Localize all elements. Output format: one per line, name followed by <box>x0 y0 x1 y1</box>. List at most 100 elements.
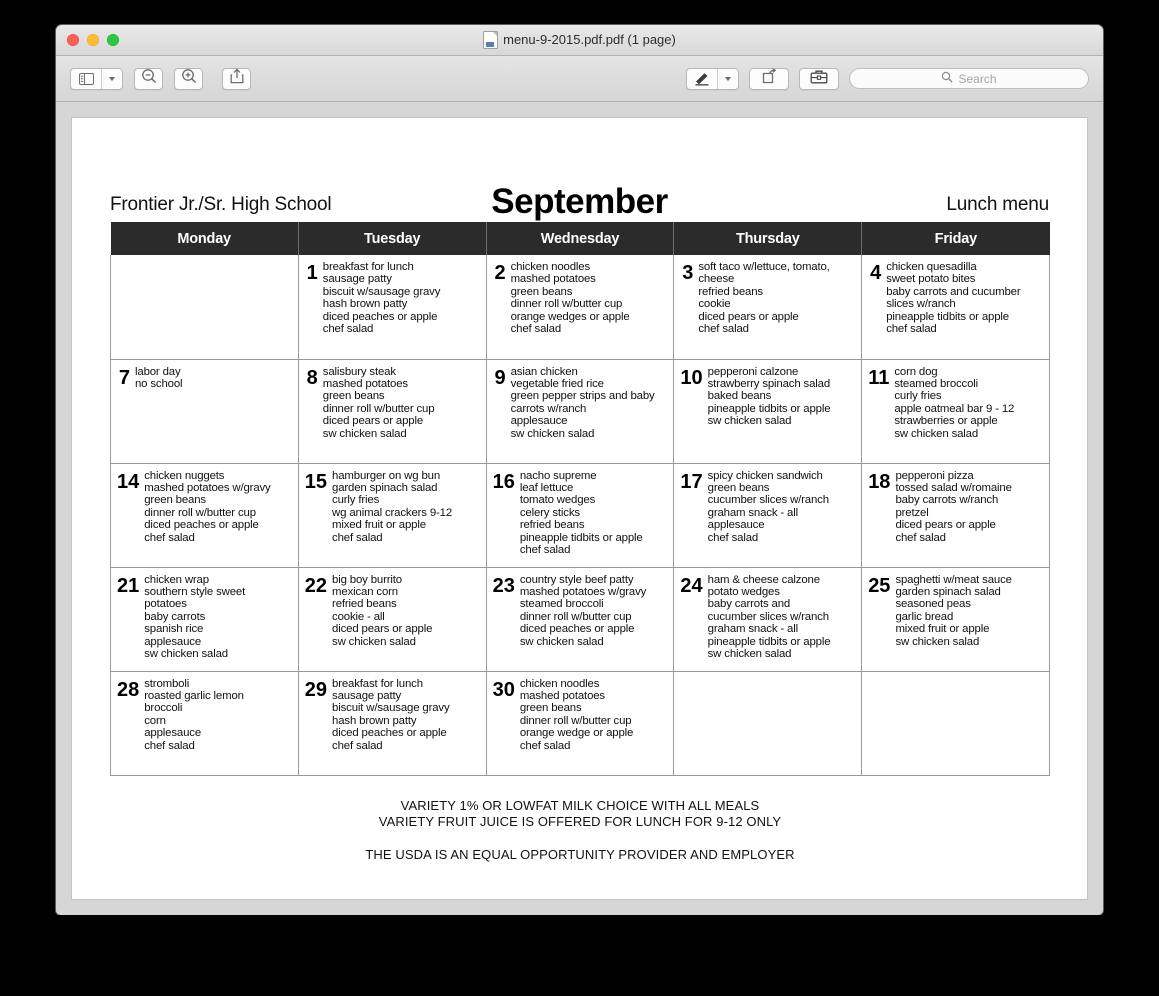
toolkit-button[interactable] <box>799 67 839 90</box>
note-milk: VARIETY 1% OR LOWFAT MILK CHOICE WITH AL… <box>400 797 760 813</box>
menu-item: carrots w/ranch <box>510 402 587 415</box>
menu-item: refried beans <box>519 519 585 532</box>
menu-item: chef salad <box>510 323 562 336</box>
menu-item: leaf lettuce <box>519 481 574 494</box>
menu-item: chef salad <box>698 323 749 336</box>
menu-item: garlic bread <box>895 610 954 623</box>
chevron-down-icon <box>109 76 115 81</box>
day-number: 14 <box>117 470 140 493</box>
rotate-button[interactable] <box>749 67 789 90</box>
menu-item: chef salad <box>322 323 374 336</box>
menu-item: spaghetti w/meat sauce <box>895 573 1012 586</box>
menu-item: mashed potatoes w/gravy <box>144 481 271 494</box>
menu-item: sw chicken salad <box>707 647 792 660</box>
note-usda: THE USDA IS AN EQUAL OPPORTUNITY PROVIDE… <box>365 846 795 862</box>
menu-item: pineapple tidbits or apple <box>707 402 831 415</box>
day-cell-content: 4 chicken quesadilla sweet potato bites bab… <box>868 261 1044 335</box>
day-cell-content: 10 pepperoni calzone strawberry spinach sa… <box>680 366 856 428</box>
menu-item-list: chicken noodles mashed potatoes green bean… <box>520 678 669 752</box>
day-cell-content: 29 breakfast for lunch sausage patty biscui… <box>305 678 481 752</box>
menu-item-list: chicken wrap southern style sweet potatoes… <box>144 574 293 661</box>
menu-item: garden spinach salad <box>895 585 1001 598</box>
zoom-out-button[interactable] <box>134 67 163 90</box>
pdf-content-area[interactable]: Frontier Jr./Sr. High School September L… <box>56 102 1103 915</box>
menu-notes: VARIETY 1% OR LOWFAT MILK CHOICE WITH AL… <box>110 798 1050 862</box>
menu-item: mashed potatoes <box>510 273 596 286</box>
menu-item: broccoli <box>144 702 183 715</box>
calendar-body: 1 breakfast for lunch sausage patty biscuit… <box>110 255 1050 776</box>
menu-item: dinner roll w/butter cup <box>519 610 632 623</box>
menu-item: baby carrots and <box>707 598 791 611</box>
menu-item: applesauce <box>707 519 765 532</box>
menu-item: pretzel <box>895 506 929 519</box>
share-button[interactable] <box>222 67 251 90</box>
menu-item: applesauce <box>144 727 202 740</box>
day-number: 29 <box>304 678 328 701</box>
menu-item: diced peaches or apple <box>519 623 635 636</box>
day-cell-content: 9 asian chicken vegetable fried rice green … <box>493 366 669 440</box>
day-number: 15 <box>304 470 328 493</box>
day-cell-content: 21 chicken wrap southern style sweet potato… <box>117 574 293 661</box>
share-icon <box>230 68 244 89</box>
menu-item: sweet potato bites <box>886 273 976 286</box>
day-number: 16 <box>492 470 515 493</box>
menu-item-list: hamburger on wg bun garden spinach salad c… <box>332 470 481 544</box>
markup-button[interactable] <box>686 67 739 90</box>
toolbar-left-group <box>70 67 251 90</box>
calendar-week-row: 7 labor day no school 8 salisbury steak mashe… <box>110 358 1050 464</box>
sidebar-dropdown-chevron[interactable] <box>102 69 122 89</box>
calendar-header-row: Monday Tuesday Wednesday Thursday Friday <box>110 222 1050 255</box>
toolbar: Search <box>56 56 1103 102</box>
menu-item: corn <box>144 714 166 727</box>
calendar-week-row: 14 chicken nuggets mashed potatoes w/gravy… <box>110 462 1050 568</box>
calendar-day-cell: 28 stromboli roasted garlic lemon broccoli c… <box>110 670 299 776</box>
day-number: 24 <box>680 574 703 597</box>
menu-item: biscuit w/sausage gravy <box>322 285 441 298</box>
menu-item: sausage patty <box>332 689 402 702</box>
search-input[interactable]: Search <box>849 68 1089 89</box>
day-number: 17 <box>680 470 703 493</box>
menu-item: green beans <box>510 285 573 298</box>
markup-dropdown-chevron[interactable] <box>718 69 738 89</box>
menu-item: sw chicken salad <box>332 635 416 648</box>
menu-item: biscuit w/sausage gravy <box>332 702 450 715</box>
sidebar-view-button[interactable] <box>70 67 123 90</box>
preview-window: menu-9-2015.pdf.pdf (1 page) Search Fron… <box>56 25 1103 915</box>
menu-item: steamed broccoli <box>519 598 604 611</box>
day-cell-content: 8 salisbury steak mashed potatoes green bea… <box>305 366 481 440</box>
menu-item: sw chicken salad <box>510 427 595 440</box>
menu-item: refried beans <box>698 285 763 298</box>
menu-item: chicken noodles <box>510 261 591 273</box>
menu-item: mexican corn <box>332 585 398 598</box>
zoom-in-button[interactable] <box>174 67 203 90</box>
window-title: menu-9-2015.pdf.pdf (1 page) <box>56 25 1103 55</box>
menu-item: diced pears or apple <box>322 415 424 428</box>
menu-item: dinner roll w/butter cup <box>510 298 623 311</box>
menu-item: sw chicken salad <box>895 635 980 648</box>
menu-item: sw chicken salad <box>894 427 979 440</box>
day-cell-content: 14 chicken nuggets mashed potatoes w/gravy… <box>117 470 293 544</box>
menu-item: pineapple tidbits or apple <box>519 531 643 544</box>
menu-item: chef salad <box>332 531 383 544</box>
day-cell-content: 17 spicy chicken sandwich green beans cucum… <box>680 470 856 544</box>
calendar-day-cell: 9 asian chicken vegetable fried rice green … <box>485 358 675 464</box>
menu-item: applesauce <box>144 635 202 648</box>
weekday-header-wednesday: Wednesday <box>486 222 675 255</box>
day-cell-content: 15 hamburger on wg bun garden spinach sala… <box>305 470 481 544</box>
calendar-day-cell: 17 spicy chicken sandwich green beans cucum… <box>673 462 863 568</box>
day-cell-content: 11 corn dog steamed broccoli curly fries app… <box>868 366 1044 440</box>
menu-item-list: nacho supreme leaf lettuce tomato wedges ce… <box>520 470 669 557</box>
calendar-day-cell: 8 salisbury steak mashed potatoes green bea… <box>297 358 487 464</box>
menu-item: orange wedges or apple <box>510 310 630 323</box>
toolkit-icon <box>810 69 828 89</box>
menu-item: wg animal crackers 9-12 <box>332 506 453 519</box>
menu-item: hash brown patty <box>332 714 417 727</box>
menu-item: graham snack - all <box>707 623 799 636</box>
menu-item: hash brown patty <box>322 298 408 311</box>
day-number: 4 <box>870 262 882 284</box>
menu-item-list: pepperoni calzone strawberry spinach sala… <box>708 366 857 428</box>
menu-item: mashed potatoes <box>322 377 408 390</box>
day-number: 22 <box>304 574 328 597</box>
day-number: 30 <box>492 678 515 701</box>
menu-item: dinner roll w/butter cup <box>519 714 632 727</box>
